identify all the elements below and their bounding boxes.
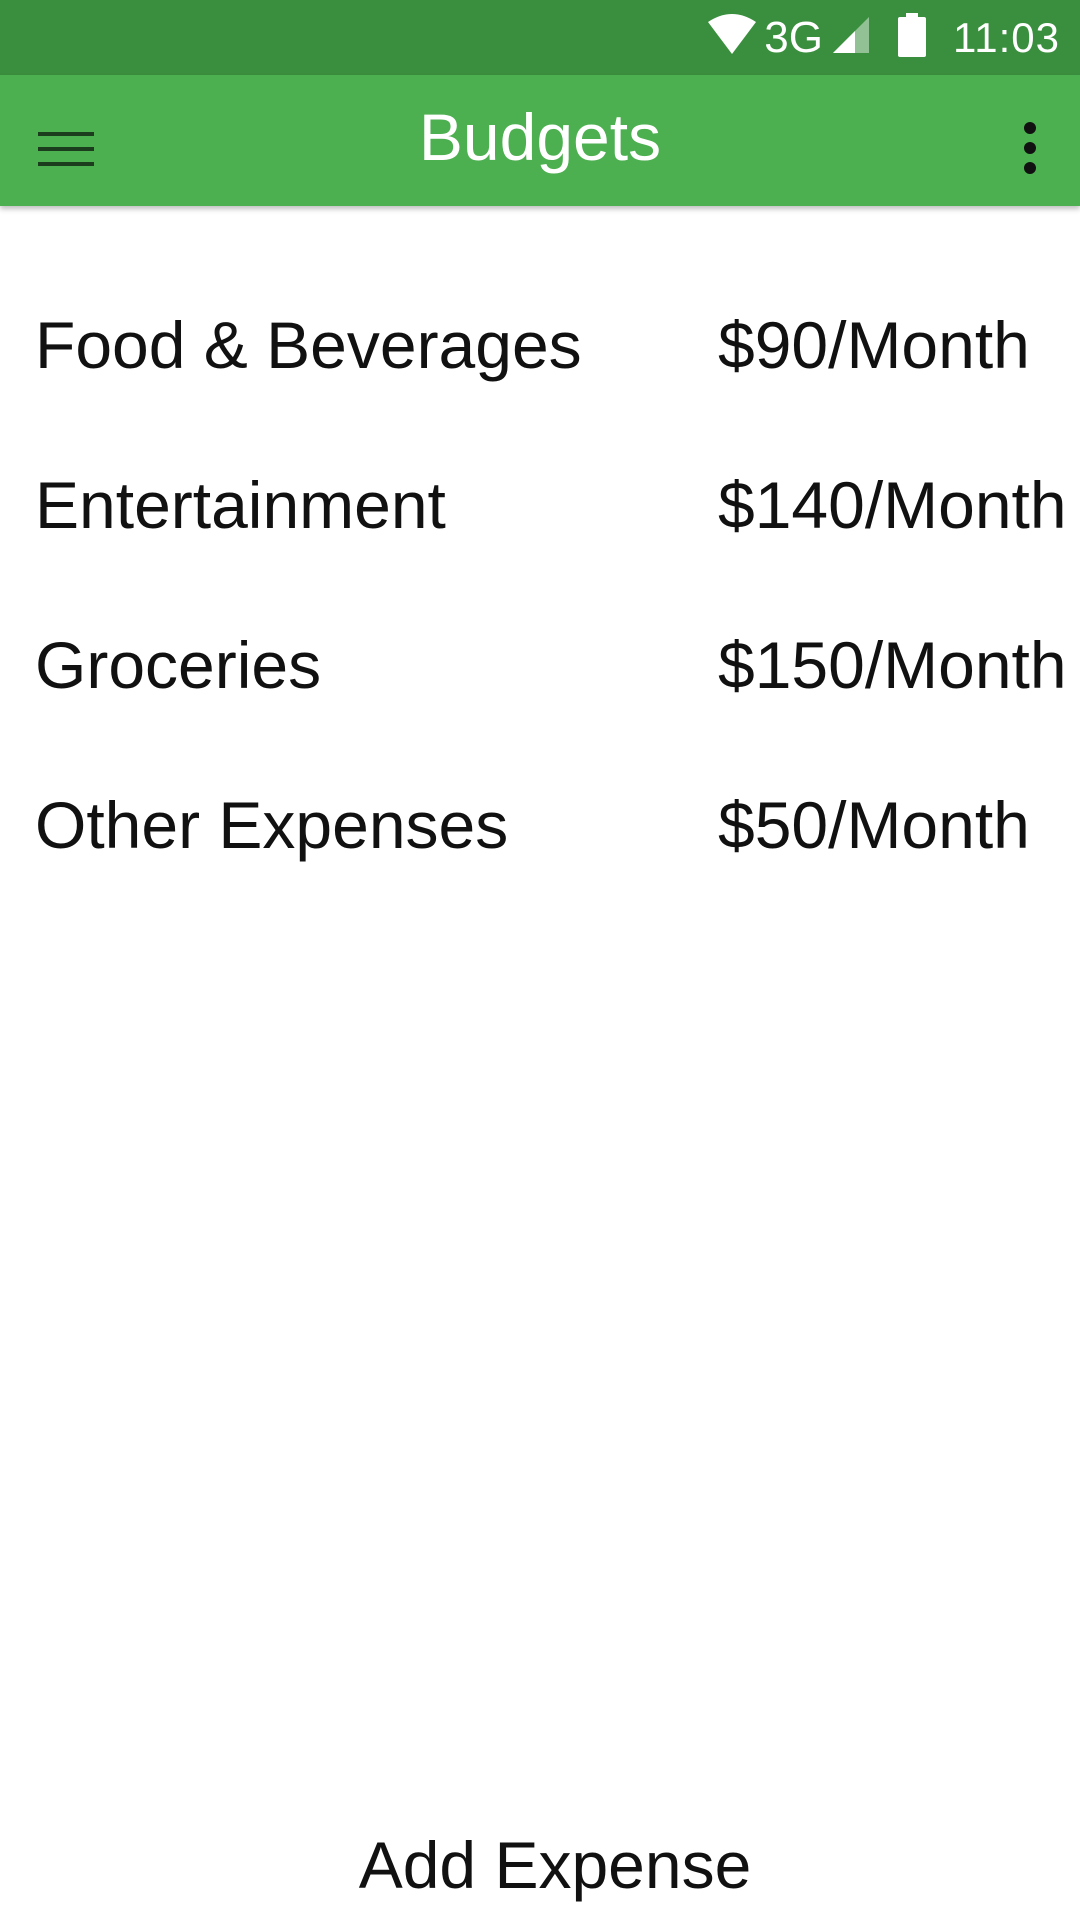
network-type: 3G bbox=[764, 12, 823, 62]
status-time: 11:03 bbox=[953, 13, 1060, 61]
add-expense-button[interactable]: Add Expense bbox=[0, 1815, 1080, 1915]
page-title: Budgets bbox=[418, 100, 662, 174]
more-vert-icon[interactable] bbox=[1000, 113, 1060, 183]
budget-name: Food & Beverages bbox=[35, 308, 582, 382]
budget-amount: $140/Month bbox=[718, 468, 1067, 542]
cell-signal-icon bbox=[831, 15, 871, 60]
budget-list: Food & Beverages $90/Month Entertainment… bbox=[0, 290, 1080, 930]
app-bar: Budgets bbox=[0, 75, 1080, 206]
budget-name: Entertainment bbox=[35, 468, 446, 542]
budgets-screen: 3G 11:03 Budgets Food & Beverages $90/Mo… bbox=[0, 0, 1080, 1920]
battery-icon bbox=[897, 13, 927, 62]
budget-amount: $150/Month bbox=[718, 628, 1067, 702]
budget-row-food-beverages[interactable]: Food & Beverages $90/Month bbox=[0, 290, 1080, 450]
status-bar: 3G 11:03 bbox=[0, 0, 1080, 75]
budget-name: Groceries bbox=[35, 628, 322, 702]
wifi-icon bbox=[706, 14, 758, 61]
budget-amount: $90/Month bbox=[718, 308, 1030, 382]
budget-row-groceries[interactable]: Groceries $150/Month bbox=[0, 610, 1080, 770]
budget-amount: $50/Month bbox=[718, 788, 1030, 862]
budget-row-other-expenses[interactable]: Other Expenses $50/Month bbox=[0, 770, 1080, 930]
budget-name: Other Expenses bbox=[35, 788, 509, 862]
status-icons: 3G 11:03 bbox=[706, 0, 1060, 75]
budget-row-entertainment[interactable]: Entertainment $140/Month bbox=[0, 450, 1080, 610]
